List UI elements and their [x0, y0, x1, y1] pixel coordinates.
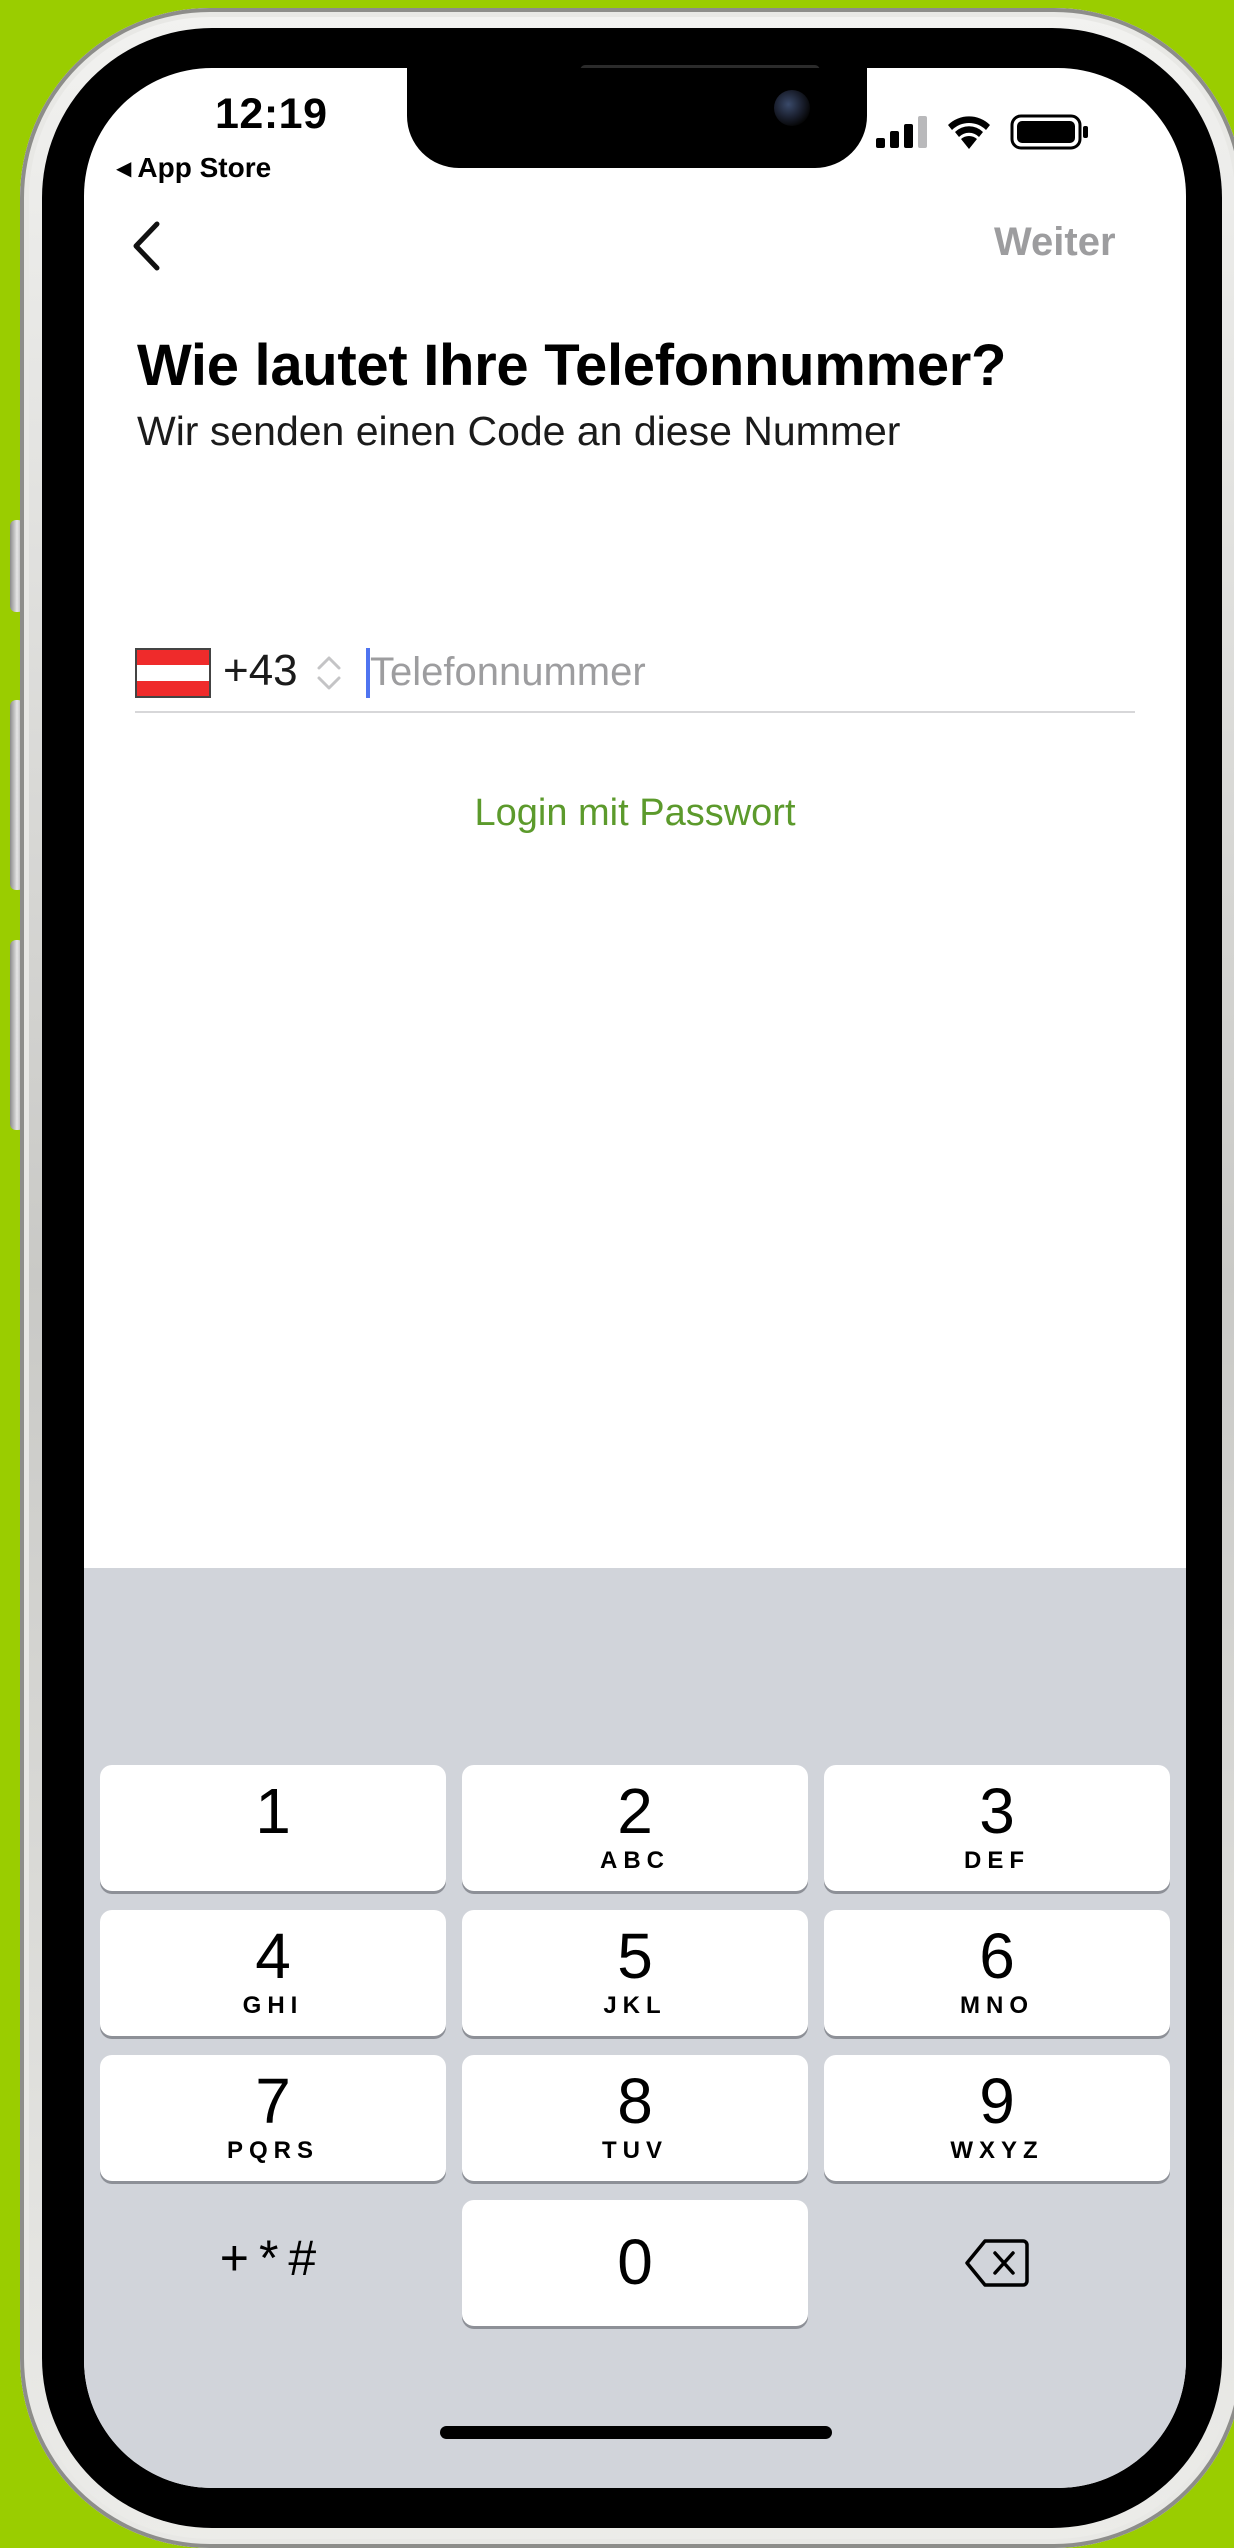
- key-3-digit: 3: [979, 1775, 1015, 1847]
- key-1[interactable]: 1: [100, 1765, 446, 1891]
- key-8[interactable]: 8 TUV: [462, 2055, 808, 2181]
- austria-flag-icon[interactable]: [135, 648, 211, 698]
- back-app-label: App Store: [137, 152, 272, 183]
- backspace-icon: [965, 2239, 1029, 2287]
- key-2[interactable]: 2 ABC: [462, 1765, 808, 1891]
- home-indicator[interactable]: [440, 2426, 832, 2439]
- chevron-up-down-icon[interactable]: [314, 651, 344, 695]
- key-6[interactable]: 6 MNO: [824, 1910, 1170, 2036]
- phone-screen: 12:19 ◀ App Store Weiter Wie lautet Ihre…: [84, 68, 1186, 2488]
- delete-key[interactable]: [824, 2200, 1170, 2326]
- key-4-letters: GHI: [242, 1992, 304, 2019]
- key-6-digit: 6: [979, 1920, 1015, 1992]
- battery-icon: [1010, 114, 1088, 150]
- key-5[interactable]: 5 JKL: [462, 1910, 808, 2036]
- key-3[interactable]: 3 DEF: [824, 1765, 1170, 1891]
- key-6-letters: MNO: [960, 1992, 1034, 2019]
- key-9-digit: 9: [979, 2065, 1015, 2137]
- key-7[interactable]: 7 PQRS: [100, 2055, 446, 2181]
- page-subtitle: Wir senden einen Code an diese Nummer: [137, 408, 901, 454]
- chevron-left-icon: [133, 221, 160, 271]
- key-9[interactable]: 9 WXYZ: [824, 2055, 1170, 2181]
- status-icons: [876, 114, 1090, 150]
- key-8-letters: TUV: [602, 2137, 668, 2164]
- cellular-signal-icon: [876, 116, 927, 148]
- wifi-icon: [948, 116, 990, 149]
- key-1-digit: 1: [255, 1775, 291, 1847]
- key-2-letters: ABC: [600, 1847, 670, 1874]
- back-triangle-icon: ◀: [116, 157, 132, 180]
- key-5-digit: 5: [617, 1920, 653, 1992]
- key-5-letters: JKL: [603, 1992, 667, 2019]
- camera-icon: [774, 90, 810, 126]
- back-button[interactable]: [124, 216, 168, 276]
- key-2-digit: 2: [617, 1775, 653, 1847]
- notch: [407, 68, 867, 168]
- key-symbols-label: +*#: [219, 2230, 327, 2286]
- next-button[interactable]: Weiter: [994, 220, 1116, 265]
- page-title: Wie lautet Ihre Telefonnummer?: [137, 333, 1007, 398]
- key-7-digit: 7: [255, 2065, 291, 2137]
- key-0-digit: 0: [617, 2226, 653, 2298]
- key-0[interactable]: 0: [462, 2200, 808, 2326]
- key-7-letters: PQRS: [226, 2137, 319, 2164]
- key-symbols[interactable]: +*#: [100, 2200, 446, 2326]
- key-9-letters: WXYZ: [950, 2137, 1044, 2164]
- status-time: 12:19: [215, 90, 328, 138]
- key-4-digit: 4: [255, 1920, 291, 1992]
- key-4[interactable]: 4 GHI: [100, 1910, 446, 2036]
- key-8-digit: 8: [617, 2065, 653, 2137]
- key-3-letters: DEF: [964, 1847, 1030, 1874]
- country-dial-code[interactable]: +43: [223, 646, 298, 696]
- input-underline: [135, 711, 1135, 713]
- numeric-keypad: 1 2 ABC 3 DEF 4 GHI 5 JKL 6 MNO 7 PQRS 8…: [84, 1568, 1186, 2488]
- back-to-app-store[interactable]: ◀ App Store: [116, 152, 271, 184]
- login-with-password-link[interactable]: Login mit Passwort: [84, 792, 1186, 835]
- phone-number-input[interactable]: [370, 644, 1130, 700]
